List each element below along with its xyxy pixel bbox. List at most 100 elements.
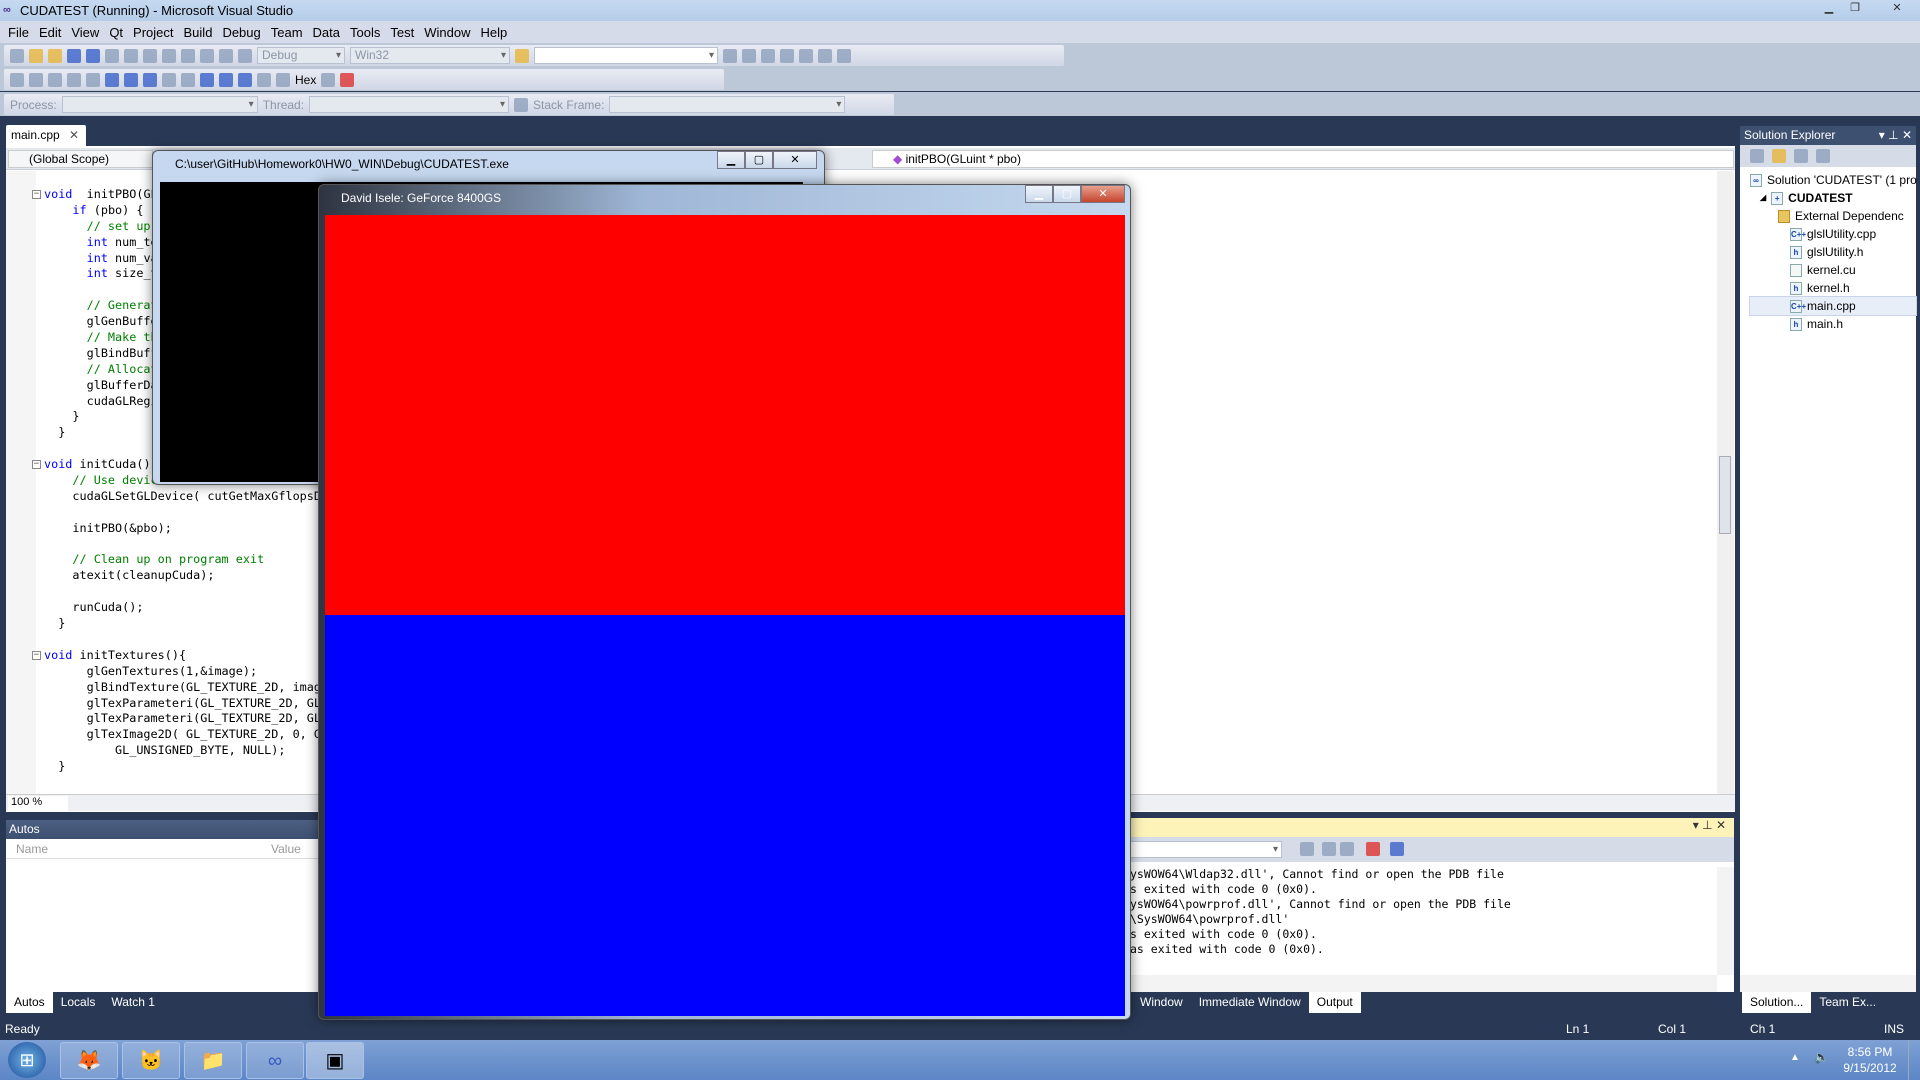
clear-all-icon[interactable] [1366,842,1380,856]
menu-data[interactable]: Data [310,25,347,40]
close-panel-icon[interactable]: ▾ ⊥ ✕ [1693,818,1726,832]
code-line[interactable]: glGenTextures(1,&image); [44,664,335,680]
tab-locals[interactable]: Locals [53,992,104,1013]
word-wrap-icon[interactable] [1390,842,1404,856]
console-maximize-button[interactable]: ▢ [745,151,773,169]
console-close-button[interactable]: ✕ [773,151,817,169]
tab-team-explorer[interactable]: Team Ex... [1811,992,1884,1013]
step-out-icon[interactable] [162,72,176,87]
show-hidden-icons-icon[interactable]: ▲ [1790,1052,1800,1063]
code-line[interactable]: cudaGLSetGLDevice( cutGetMaxGflopsDev [44,489,335,505]
navigate-forward-icon[interactable] [219,48,233,63]
panel-controls-icon[interactable]: ▾ ⊥ ✕ [1879,126,1912,145]
tracepoint-icon[interactable] [321,72,336,87]
new-project-icon[interactable] [10,48,24,63]
show-desktop-button[interactable] [1908,1040,1920,1080]
save-all-icon[interactable] [86,48,100,63]
editor-vertical-scrollbar[interactable] [1717,171,1734,794]
copy-icon[interactable] [124,48,138,63]
scope-select[interactable]: (Global Scope) [8,150,153,168]
class-diagram-icon[interactable] [1816,149,1830,163]
properties-icon[interactable] [1750,149,1764,163]
undo-icon[interactable] [162,48,176,63]
code-line[interactable]: atexit(cleanupCuda); [44,568,335,584]
menu-qt[interactable]: Qt [106,25,130,40]
menu-project[interactable]: Project [130,25,180,40]
cut-icon[interactable] [105,48,119,63]
step-into-icon[interactable] [124,72,138,87]
column-name[interactable]: Name [16,839,271,858]
uncomment-icon[interactable] [48,72,62,87]
redo-icon[interactable] [181,48,195,63]
scrollbar-thumb[interactable] [1719,456,1731,534]
breakpoint-icon[interactable] [105,72,119,87]
menu-build[interactable]: Build [181,25,220,40]
clock[interactable]: 8:56 PM 9/15/2012 [1840,1044,1900,1076]
code-line[interactable]: − void initTextures(){ [32,648,335,664]
save-icon[interactable] [67,48,81,63]
close-button[interactable]: ✕ [1880,0,1914,17]
threads-icon[interactable] [276,72,290,87]
visual-studio-icon[interactable]: ∞ [246,1042,304,1079]
menu-debug[interactable]: Debug [219,25,267,40]
menu-help[interactable]: Help [477,25,514,40]
tree-item[interactable]: C++ main.cpp [1749,296,1917,316]
zoom-select[interactable]: 100 % [8,796,68,811]
outdent-icon[interactable] [86,72,100,87]
find-message-icon[interactable] [1300,842,1314,856]
stop-debugging-icon[interactable] [219,72,233,87]
close-tab-icon[interactable]: ✕ [69,128,79,142]
find-in-files-icon[interactable] [515,48,529,63]
solution-platform-select[interactable]: Win32 [350,47,510,64]
breakpoints-window-icon[interactable] [340,72,355,87]
open-file-icon[interactable] [48,48,62,63]
menu-test[interactable]: Test [387,25,421,40]
hex-button[interactable]: Hex [295,73,316,87]
code-line[interactable]: glTexParameteri(GL_TEXTURE_2D, GL_T [44,711,336,727]
view-code-icon[interactable] [1794,149,1808,163]
tree-solution[interactable]: ∞ Solution 'CUDATEST' (1 pro [1750,171,1917,189]
collapse-icon[interactable]: − [32,460,41,470]
tree-item[interactable]: h glslUtility.h [1750,243,1916,261]
navigate-backward-icon[interactable] [200,48,214,63]
next-message-icon[interactable] [1340,842,1354,856]
code-line[interactable] [44,632,335,648]
tab-watch-1[interactable]: Watch 1 [103,992,163,1013]
code-line[interactable]: glBindTexture(GL_TEXTURE_2D, image) [44,680,336,696]
extension-manager-icon[interactable] [818,48,832,63]
code-line[interactable]: runCuda(); [44,600,335,616]
gl-title-bar[interactable]: David Isele: GeForce 8400GS ▁ ▢ ✕ [319,185,1130,211]
tree-item[interactable]: h kernel.h [1750,279,1916,297]
bookmark-icon[interactable] [10,72,24,87]
tree-item[interactable]: h main.h [1750,315,1916,333]
tree-item[interactable]: kernel.cu [1750,261,1916,279]
output-horizontal-scrollbar[interactable] [1130,975,1717,992]
show-all-files-icon[interactable] [1772,149,1786,163]
console-minimize-button[interactable]: ▁ [717,151,745,169]
tree-item[interactable]: C++ glslUtility.cpp [1750,225,1916,243]
gl-window[interactable]: David Isele: GeForce 8400GS ▁ ▢ ✕ [318,184,1131,1020]
process-select[interactable] [61,96,258,113]
solution-configuration-select[interactable]: Debug [257,47,345,64]
code-line[interactable]: } [44,759,335,775]
minimize-button[interactable]: ▁ [1816,0,1842,17]
menu-edit[interactable]: Edit [36,25,68,40]
step-over-icon[interactable] [143,72,157,87]
gl-minimize-button[interactable]: ▁ [1025,185,1053,203]
menu-file[interactable]: File [5,25,36,40]
menu-window[interactable]: Window [421,25,477,40]
code-line[interactable]: initPBO(&pbo); [44,521,335,537]
start-button[interactable]: ⊞ [8,1042,46,1078]
start-page-icon[interactable] [837,48,851,63]
expand-arrow-icon[interactable]: ◢ [1760,189,1766,207]
output-vertical-scrollbar[interactable] [1717,867,1734,975]
tab-autos[interactable]: Autos [6,992,53,1013]
github-icon[interactable]: 🐱 [122,1042,180,1079]
code-line[interactable]: glTexParameteri(GL_TEXTURE_2D, GL_T [44,696,336,712]
tab-output[interactable]: Output [1308,992,1361,1013]
add-item-icon[interactable] [29,48,43,63]
solution-horizontal-scrollbar[interactable] [1740,975,1916,992]
collapse-icon[interactable]: − [32,650,41,660]
console-app-icon[interactable]: ▣ [306,1042,364,1079]
comment-icon[interactable] [29,72,43,87]
